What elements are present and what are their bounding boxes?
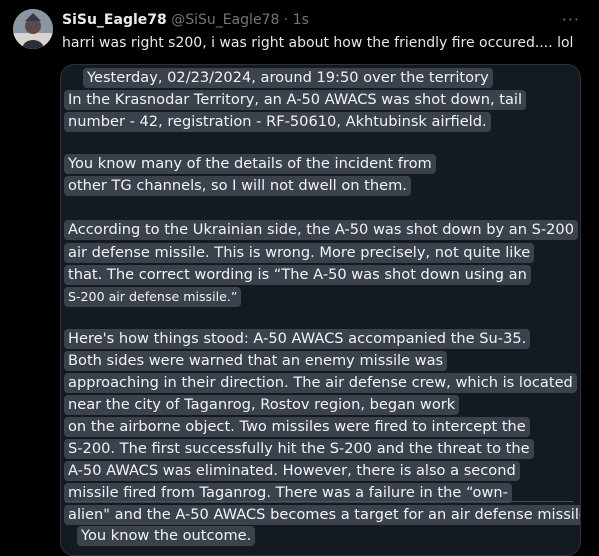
image-line: S-200 air defense missile.” bbox=[64, 287, 242, 307]
image-line: According to the Ukrainian side, the A-5… bbox=[64, 220, 578, 240]
timestamp[interactable]: 1s bbox=[293, 12, 309, 28]
avatar[interactable] bbox=[13, 9, 53, 49]
red-underline bbox=[65, 501, 573, 502]
image-line: number - 42, registration - RF-50610, Ak… bbox=[64, 112, 491, 132]
image-line: approaching in their direction. The air … bbox=[64, 373, 577, 393]
more-options-icon[interactable]: ··· bbox=[562, 10, 580, 29]
image-line: that. The correct wording is “The A-50 w… bbox=[64, 265, 531, 285]
tweet-header: SiSu_Eagle78 @SiSu_Eagle78 · 1s bbox=[62, 12, 309, 28]
image-line: other TG channels, so I will not dwell o… bbox=[64, 176, 411, 196]
author-name[interactable]: SiSu_Eagle78 bbox=[62, 12, 167, 28]
avatar-image bbox=[13, 9, 53, 49]
image-line: You know many of the details of the inci… bbox=[64, 154, 436, 174]
image-line: You know the outcome. bbox=[77, 526, 256, 546]
image-line: alien" and the A-50 AWACS becomes a targ… bbox=[64, 505, 580, 525]
image-line: Both sides were warned that an enemy mis… bbox=[64, 351, 448, 371]
tweet-text: harri was right s200, i was right about … bbox=[62, 35, 574, 51]
image-line: Here's how things stood: A-50 AWACS acco… bbox=[64, 329, 531, 349]
image-text-block: Yesterday, 02/23/2024, around 19:50 over… bbox=[61, 65, 580, 555]
attached-image[interactable]: Yesterday, 02/23/2024, around 19:50 over… bbox=[60, 64, 581, 556]
image-line: A-50 AWACS was eliminated. However, ther… bbox=[64, 461, 520, 481]
image-line: on the airborne object. Two missiles wer… bbox=[64, 417, 530, 437]
separator-dot: · bbox=[283, 12, 289, 28]
image-line: S-200. The first successfully hit the S-… bbox=[64, 439, 534, 459]
image-line: missile fired from Taganrog. There was a… bbox=[64, 483, 512, 503]
image-line: air defense missile. This is wrong. More… bbox=[64, 243, 535, 263]
author-handle[interactable]: @SiSu_Eagle78 bbox=[171, 12, 279, 28]
image-line: Yesterday, 02/23/2024, around 19:50 over… bbox=[83, 68, 493, 88]
image-line: near the city of Taganrog, Rostov region… bbox=[64, 395, 460, 415]
image-line: In the Krasnodar Territory, an A-50 AWAC… bbox=[64, 90, 526, 110]
